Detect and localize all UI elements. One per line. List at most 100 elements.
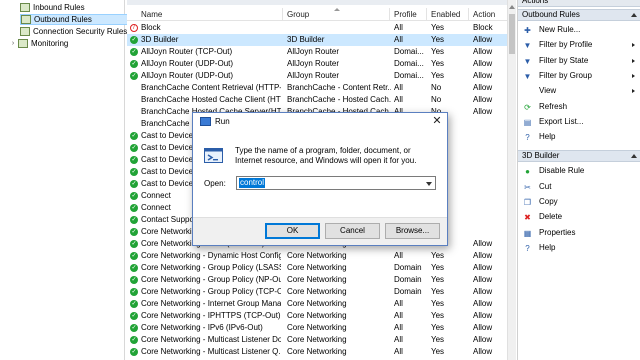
cell-profile: All <box>394 335 403 344</box>
run-title-bar[interactable]: Run ✕ <box>193 113 447 131</box>
allow-rule-icon: ✓ <box>130 216 138 224</box>
allow-rule-icon: ✓ <box>130 300 138 308</box>
action-filter-by-group[interactable]: ▼ Filter by Group <box>518 70 640 82</box>
new-rule-icon: ✚ <box>524 26 531 35</box>
table-row[interactable]: ✓ Core Networking - Multicast Listener Do… <box>127 334 515 346</box>
open-combobox[interactable]: control <box>236 176 436 190</box>
cell-profile: Domain <box>394 275 422 284</box>
browse-button[interactable]: Browse... <box>385 223 440 239</box>
table-row[interactable]: ✓ 3D Builder 3D Builder All Yes Allow <box>127 34 515 46</box>
action-help[interactable]: ? Help <box>518 242 640 254</box>
table-row[interactable]: ✓ Core Networking - Dynamic Host Config..… <box>127 250 515 262</box>
cell-enabled: Yes <box>431 59 445 68</box>
open-input-value[interactable]: control <box>239 178 266 188</box>
collapse-icon[interactable] <box>631 13 637 17</box>
help-icon: ? <box>525 133 530 143</box>
action-cut[interactable]: ✂ Cut <box>518 181 640 193</box>
cell-profile: All <box>394 311 403 320</box>
cell-group: Core Networking <box>287 323 347 332</box>
chevron-down-icon[interactable] <box>426 182 432 186</box>
cell-group: AllJoyn Router <box>287 59 340 68</box>
action-export-list[interactable]: ▤ Export List... <box>518 116 640 128</box>
cell-action: Allow <box>473 95 493 104</box>
cell-name: Core Networking - IPv6 (IPv6-Out) <box>141 323 263 332</box>
action-delete[interactable]: ✖ Delete <box>518 211 640 223</box>
cell-group: AllJoyn Router <box>287 47 340 56</box>
firewall-rules-icon <box>20 27 30 36</box>
cell-action: Allow <box>473 311 493 320</box>
allow-rule-icon: ✓ <box>130 264 138 272</box>
table-row[interactable]: ✓ Core Networking - Group Policy (LSASS-.… <box>127 262 515 274</box>
column-divider[interactable] <box>468 8 469 21</box>
collapse-icon[interactable] <box>631 154 637 159</box>
table-row[interactable]: BranchCache Content Retrieval (HTTP-O...… <box>127 82 515 94</box>
table-row[interactable]: ✓ Core Networking - Group Policy (TCP-Out… <box>127 286 515 298</box>
tree-item-connection-security-rules[interactable]: Connection Security Rules <box>20 26 136 37</box>
cell-name: Core Networking - Internet Group Mana... <box>141 299 281 308</box>
inactive-rule-icon <box>130 96 138 104</box>
table-row[interactable]: ✓ Core Networking - IPHTTPS (TCP-Out) Core… <box>127 310 515 322</box>
table-row[interactable]: ✓ AllJoyn Router (UDP-Out) AllJoyn Router D… <box>127 70 515 82</box>
action-filter-by-profile[interactable]: ▼ Filter by Profile <box>518 39 640 51</box>
column-header-profile[interactable]: Profile <box>394 10 417 19</box>
cell-enabled: Yes <box>431 323 445 332</box>
action-label: Help <box>539 132 556 142</box>
cancel-button[interactable]: Cancel <box>325 223 380 239</box>
table-row[interactable]: ✓ AllJoyn Router (UDP-Out) AllJoyn Router D… <box>127 58 515 70</box>
cell-name: Core Networking - Multicast Listener Do.… <box>141 335 281 344</box>
block-rule-icon: / <box>130 24 138 32</box>
column-divider[interactable] <box>426 8 427 21</box>
action-disable-rule[interactable]: ● Disable Rule <box>518 165 640 177</box>
cell-action: Allow <box>473 263 493 272</box>
scroll-up-icon[interactable] <box>509 5 515 9</box>
expand-icon[interactable]: › <box>8 40 18 47</box>
column-header-action[interactable]: Action <box>473 10 495 19</box>
column-header-group[interactable]: Group <box>287 10 309 19</box>
cell-group: Core Networking <box>287 299 347 308</box>
tree-item-monitoring[interactable]: › Monitoring <box>8 38 124 49</box>
actions-section-header[interactable]: 3D Builder <box>518 150 640 163</box>
actions-section-title: Outbound Rules <box>522 10 580 19</box>
ok-button[interactable]: OK <box>265 223 320 239</box>
cell-group: Core Networking <box>287 347 347 356</box>
table-row[interactable]: BranchCache Hosted Cache Client (HTT... B… <box>127 94 515 106</box>
scroll-thumb[interactable] <box>509 14 515 54</box>
actions-section-header[interactable]: Outbound Rules <box>518 9 640 21</box>
tree-item-outbound-rules[interactable]: Outbound Rules <box>20 14 136 25</box>
action-copy[interactable]: ❐ Copy <box>518 196 640 208</box>
column-header-name[interactable]: Name <box>141 10 162 19</box>
action-view[interactable]: View <box>518 85 640 97</box>
cell-enabled: Yes <box>431 47 445 56</box>
allow-rule-icon: ✓ <box>130 276 138 284</box>
refresh-icon: ⟳ <box>524 102 531 112</box>
allow-rule-icon: ✓ <box>130 48 138 56</box>
table-row[interactable]: ✓ Core Networking - IPv6 (IPv6-Out) Core N… <box>127 322 515 334</box>
tree-item-inbound-rules[interactable]: Inbound Rules <box>20 2 136 13</box>
action-filter-by-state[interactable]: ▼ Filter by State <box>518 55 640 67</box>
close-icon[interactable]: ✕ <box>429 114 445 129</box>
allow-rule-icon: ✓ <box>130 132 138 140</box>
rules-scrollbar[interactable] <box>507 0 516 360</box>
action-label: Export List... <box>539 116 584 126</box>
cell-group: Core Networking <box>287 335 347 344</box>
table-row[interactable]: ✓ AllJoyn Router (TCP-Out) AllJoyn Router D… <box>127 46 515 58</box>
column-divider[interactable] <box>389 8 390 21</box>
column-divider[interactable] <box>282 8 283 21</box>
allow-rule-icon: ✓ <box>130 312 138 320</box>
action-label: View <box>539 86 557 96</box>
table-row[interactable]: ✓ Core Networking - Internet Group Mana..… <box>127 298 515 310</box>
table-row[interactable]: ✓ Core Networking - Group Policy (NP-Out)… <box>127 274 515 286</box>
table-row[interactable]: / Block All Yes Block <box>127 22 515 34</box>
table-row[interactable]: ✓ Core Networking - Multicast Listener Q.… <box>127 346 515 358</box>
cell-action: Allow <box>473 299 493 308</box>
action-properties[interactable]: ▦ Properties <box>518 227 640 239</box>
action-refresh[interactable]: ⟳ Refresh <box>518 101 640 113</box>
cell-action: Allow <box>473 83 493 92</box>
action-help[interactable]: ? Help <box>518 131 640 143</box>
action-label: Refresh <box>539 101 568 111</box>
cell-action: Allow <box>473 47 493 56</box>
action-new-rule[interactable]: ✚ New Rule... <box>518 24 640 36</box>
tree-item-label: Inbound Rules <box>33 3 85 12</box>
column-header-enabled[interactable]: Enabled <box>431 10 460 19</box>
rules-table-header: Name Group Profile Enabled Action <box>127 8 515 21</box>
